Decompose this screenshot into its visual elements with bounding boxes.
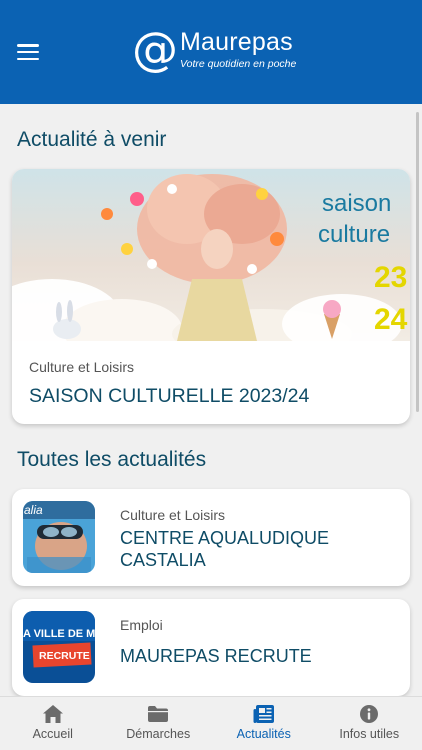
news-list-item[interactable]: alia Culture et Loisirs CENTRE AQUALUDIQ… bbox=[12, 489, 410, 586]
news-item-category: Culture et Loisirs bbox=[120, 507, 226, 523]
nav-label: Démarches bbox=[126, 727, 191, 741]
nav-item-demarches[interactable]: Démarches bbox=[106, 697, 212, 750]
thumbnail-text: alia bbox=[24, 503, 43, 517]
nav-item-actualites[interactable]: Actualités bbox=[211, 697, 317, 750]
featured-news-category: Culture et Loisirs bbox=[29, 359, 135, 375]
scrollbar[interactable] bbox=[416, 112, 419, 412]
bottom-navigation: Accueil Démarches Actualités Infos utile… bbox=[0, 696, 422, 750]
news-item-category: Emploi bbox=[120, 617, 163, 633]
folder-icon bbox=[148, 706, 169, 722]
nav-label: Actualités bbox=[236, 727, 291, 741]
featured-image-text-23: 23 bbox=[374, 261, 407, 294]
news-item-title: MAUREPAS RECRUTE bbox=[120, 646, 312, 666]
thumbnail-badge-text: RECRUTE bbox=[39, 650, 90, 662]
news-thumbnail: alia bbox=[23, 501, 95, 573]
logo-name: Maurepas bbox=[180, 28, 293, 56]
featured-news-card[interactable]: saison culture 23 24 Culture et Loisirs … bbox=[12, 169, 410, 424]
hamburger-menu-icon[interactable] bbox=[16, 42, 40, 62]
nav-item-infos-utiles[interactable]: Infos utiles bbox=[317, 697, 422, 750]
nav-label: Infos utiles bbox=[339, 727, 400, 741]
home-icon bbox=[42, 705, 63, 723]
newspaper-icon bbox=[253, 705, 274, 723]
featured-news-title: SAISON CULTURELLE 2023/24 bbox=[29, 385, 310, 407]
news-feed[interactable]: Actualité à venir saison culture 23 24 C… bbox=[0, 104, 422, 696]
news-item-title: CENTRE AQUALUDIQUE CASTALIA bbox=[120, 528, 330, 570]
upcoming-section-title: Actualité à venir bbox=[17, 128, 167, 151]
thumbnail-text-top: A VILLE DE MAU bbox=[23, 628, 95, 640]
logo-tagline: Votre quotidien en poche bbox=[180, 58, 297, 70]
featured-news-image: saison culture 23 24 bbox=[12, 169, 410, 341]
app-logo: @ Maurepas Votre quotidien en poche bbox=[132, 22, 296, 78]
nav-label: Accueil bbox=[32, 727, 73, 741]
nav-item-accueil[interactable]: Accueil bbox=[0, 697, 106, 750]
news-thumbnail: A VILLE DE MAU RECRUTE bbox=[23, 611, 95, 683]
all-news-section-title: Toutes les actualités bbox=[17, 448, 207, 471]
info-icon bbox=[360, 705, 379, 723]
app-header: @ Maurepas Votre quotidien en poche bbox=[0, 0, 422, 104]
logo-at-symbol: @ bbox=[132, 22, 178, 76]
featured-image-text-saison: saison bbox=[322, 190, 391, 217]
news-list-item[interactable]: A VILLE DE MAU RECRUTE Emploi MAUREPAS R… bbox=[12, 599, 410, 696]
featured-image-text-24: 24 bbox=[374, 303, 408, 336]
featured-image-text-culture: culture bbox=[318, 221, 390, 248]
